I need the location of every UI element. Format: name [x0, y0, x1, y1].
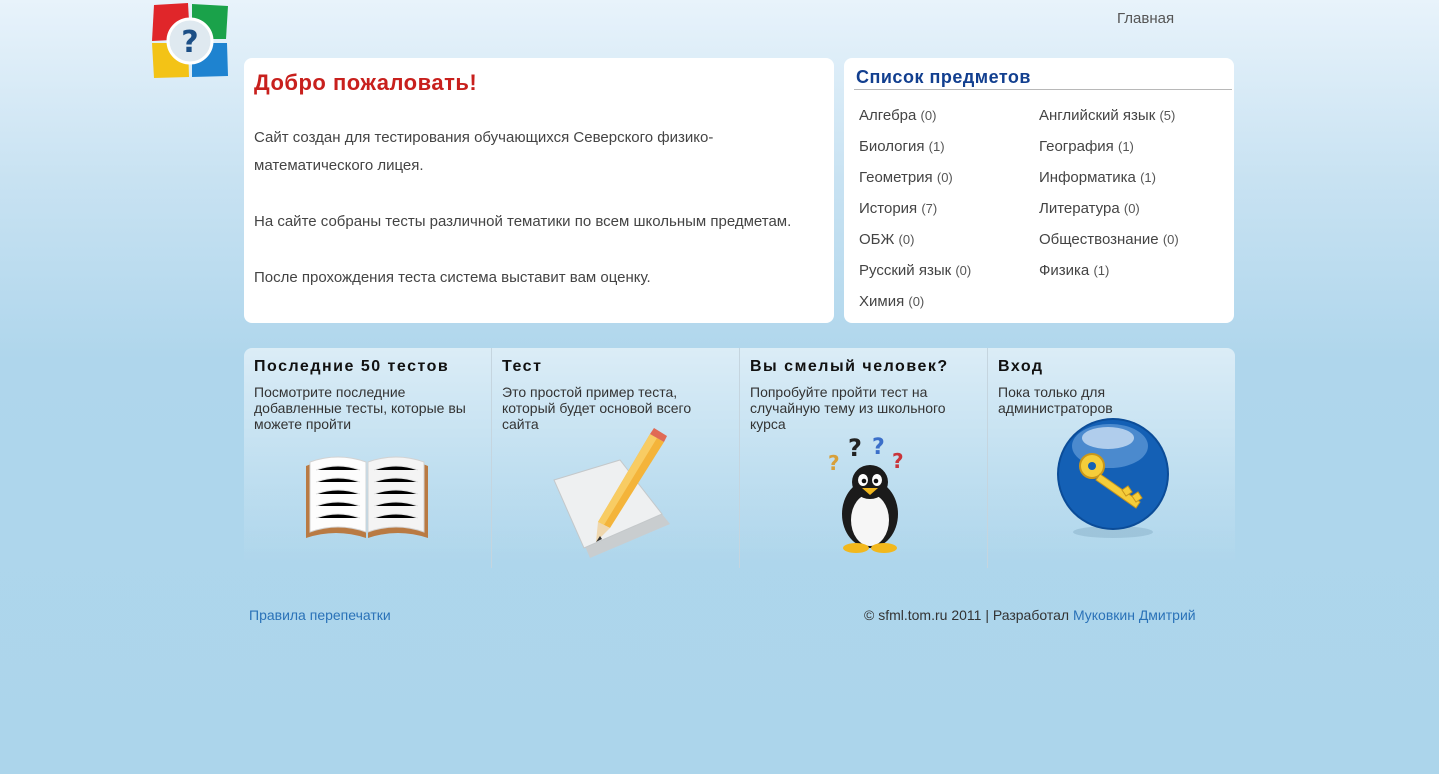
subject-name: Алгебра	[859, 107, 917, 124]
tile-login[interactable]: Вход Пока только для администраторов	[987, 348, 1235, 568]
subject-name: Физика	[1039, 262, 1090, 279]
subject-link[interactable]: Физика (1)	[1039, 262, 1109, 279]
subject-name: ОБЖ	[859, 231, 895, 248]
subject-link[interactable]: Алгебра (0)	[859, 107, 936, 124]
subjects-title: Список предметов	[856, 67, 1031, 87]
subject-link[interactable]: География (1)	[1039, 138, 1134, 155]
tile-description: Пока только для администраторов	[998, 384, 1113, 416]
tile-title: Последние 50 тестов	[254, 358, 450, 375]
subject-name: География	[1039, 138, 1114, 155]
welcome-text-1: Сайт создан для тестирования обучающихся…	[254, 129, 714, 174]
svg-text:?: ?	[848, 434, 862, 462]
nav-home-link[interactable]: Главная	[1117, 10, 1174, 27]
subjects-panel: Список предметов Алгебра (0) Английский …	[844, 58, 1234, 323]
subject-name: Обществознание	[1039, 231, 1159, 248]
subject-count: (1)	[928, 139, 945, 154]
subject-count: (0)	[1162, 232, 1179, 247]
subject-name: Информатика	[1039, 169, 1136, 186]
subject-link[interactable]: Обществознание (0)	[1039, 231, 1179, 248]
tile-description: Попробуйте пройти тест на случайную тему…	[750, 384, 946, 432]
welcome-text-2: На сайте собраны тесты различной тематик…	[254, 213, 792, 230]
tile-title: Вход	[998, 358, 1044, 375]
subject-name: Биология	[859, 138, 925, 155]
subject-link[interactable]: История (7)	[859, 200, 937, 217]
subject-link[interactable]: Биология (1)	[859, 138, 945, 155]
svg-text:?: ?	[892, 449, 904, 473]
subject-name: Русский язык	[859, 262, 952, 279]
svg-text:?: ?	[872, 435, 885, 460]
tile-brave-person[interactable]: Вы смелый человек? Попробуйте пройти тес…	[739, 348, 987, 568]
subject-count: (0)	[908, 294, 925, 309]
subject-link[interactable]: Английский язык (5)	[1039, 107, 1175, 124]
site-logo[interactable]: ?	[152, 3, 229, 78]
subject-count: (5)	[1159, 108, 1176, 123]
svg-text:?: ?	[828, 451, 840, 475]
pencil-paper-icon	[550, 428, 685, 565]
subject-count: (7)	[921, 201, 938, 216]
copyright-text: © sfml.tom.ru 2011 | Разработал	[864, 607, 1070, 623]
subject-count: (1)	[1093, 263, 1110, 278]
subject-link[interactable]: Геометрия (0)	[859, 169, 953, 186]
subject-link[interactable]: Литература (0)	[1039, 200, 1140, 217]
tile-sample-test[interactable]: Тест Это простой пример теста, который б…	[491, 348, 739, 568]
welcome-text-3: После прохождения теста система выставит…	[254, 269, 651, 286]
subject-link[interactable]: Химия (0)	[859, 293, 924, 310]
welcome-title: Добро пожаловать!	[254, 70, 478, 95]
subject-name: Литература	[1039, 200, 1120, 217]
subject-count: (0)	[955, 263, 972, 278]
subject-count: (1)	[1117, 139, 1134, 154]
subject-count: (0)	[920, 108, 937, 123]
subject-count: (0)	[936, 170, 953, 185]
subject-link[interactable]: ОБЖ (0)	[859, 231, 914, 248]
reprint-rules-link[interactable]: Правила перепечатки	[249, 607, 391, 623]
tile-latest-tests[interactable]: Последние 50 тестов Посмотрите последние…	[244, 348, 491, 568]
subject-link[interactable]: Информатика (1)	[1039, 169, 1156, 186]
subject-count: (0)	[1123, 201, 1140, 216]
tile-description: Посмотрите последние добавленные тесты, …	[254, 384, 466, 432]
key-orb-icon	[1054, 416, 1172, 545]
subjects-divider	[854, 89, 1232, 90]
welcome-panel: Добро пожаловать! Сайт создан для тестир…	[244, 58, 834, 323]
subject-name: Геометрия	[859, 169, 933, 186]
footer-copyright: © sfml.tom.ru 2011 | Разработал Муковкин…	[864, 607, 1196, 623]
tile-description: Это простой пример теста, который будет …	[502, 384, 692, 432]
feature-tiles: Последние 50 тестов Посмотрите последние…	[244, 348, 1235, 568]
subject-link[interactable]: Русский язык (0)	[859, 262, 971, 279]
subject-count: (0)	[898, 232, 915, 247]
author-link[interactable]: Муковкин Дмитрий	[1073, 607, 1196, 623]
subject-name: Английский язык	[1039, 107, 1156, 124]
tile-title: Тест	[502, 358, 543, 375]
subject-count: (1)	[1140, 170, 1156, 185]
penguin-question-icon: ? ? ? ?	[820, 432, 920, 559]
svg-text:?: ?	[181, 25, 198, 60]
subject-name: История	[859, 200, 918, 217]
open-book-icon	[302, 452, 432, 547]
tile-title: Вы смелый человек?	[750, 358, 949, 375]
subject-name: Химия	[859, 293, 905, 310]
